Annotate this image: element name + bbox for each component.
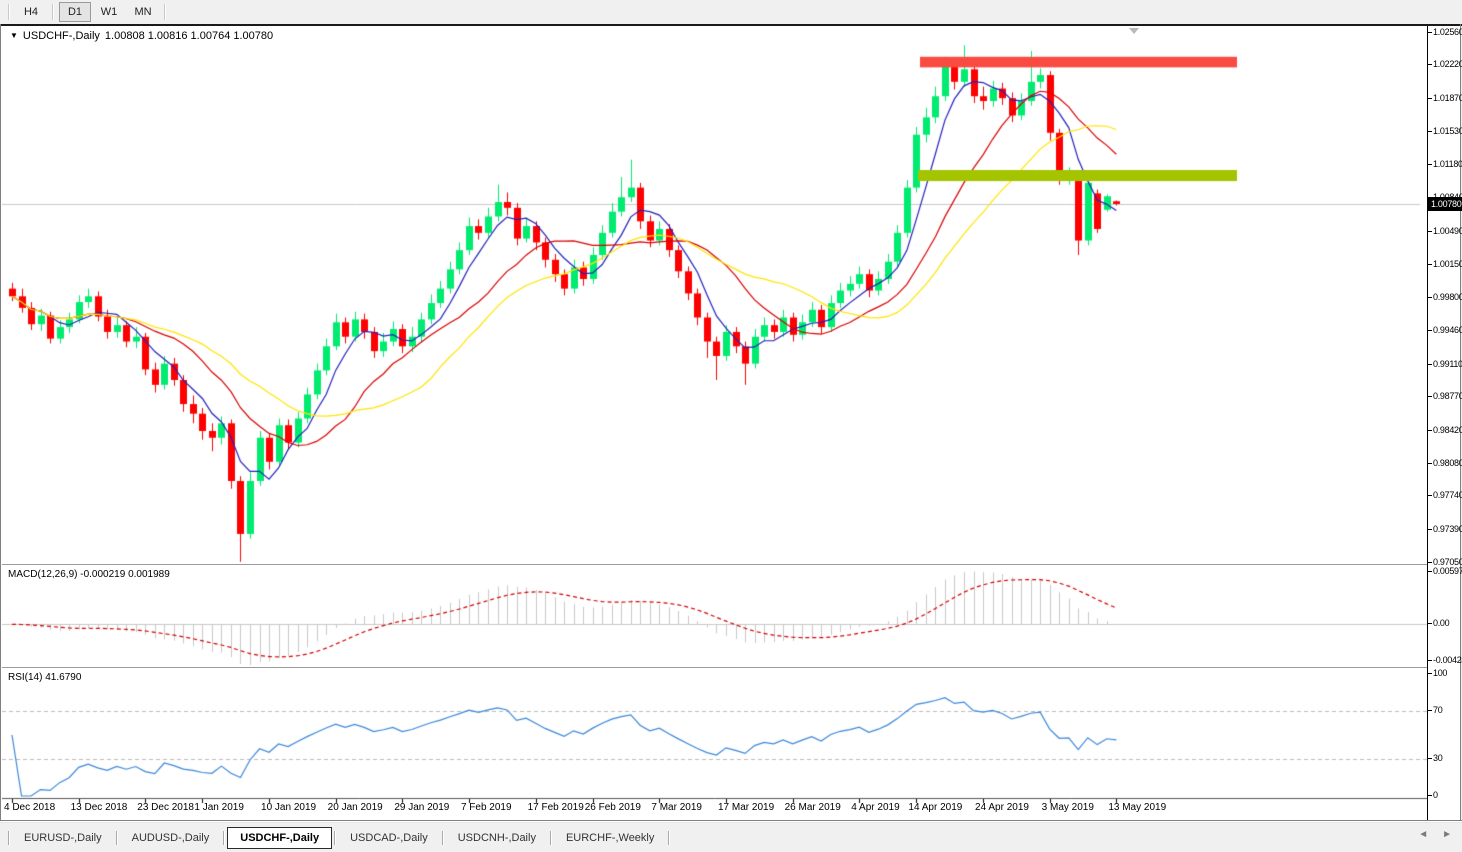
timeframe-button-h4[interactable]: H4 (15, 2, 47, 22)
price-axis-label: 0.99460 (1428, 324, 1462, 335)
time-axis-label: 10 Jan 2019 (261, 802, 317, 813)
time-axis-label: 14 Apr 2019 (908, 802, 963, 813)
current-price-tag: 1.00780 (1428, 196, 1462, 211)
price-axis-label: 0.98420 (1428, 425, 1462, 435)
timeframe-button-w1[interactable]: W1 (93, 2, 125, 22)
timeframe-toolbar: H4 D1 W1 MN (0, 0, 1462, 24)
timeframe-button-d1[interactable]: D1 (59, 2, 91, 22)
price-axis-label: 1.02560 (1428, 26, 1462, 37)
time-axis-label: 24 Apr 2019 (975, 802, 1029, 813)
time-axis-label: 4 Apr 2019 (851, 802, 900, 813)
time-axis-label: 13 Dec 2018 (70, 802, 128, 813)
price-axis-label: 1.00490 (1428, 225, 1462, 236)
toolbar-separator (52, 4, 54, 20)
tab-separator (115, 830, 118, 845)
price-axis-label: 0.98770 (1428, 391, 1462, 402)
toolbar-separator (8, 4, 10, 20)
chart-tab-usdcnh[interactable]: USDCNH-,Daily (446, 828, 548, 848)
price-axis-label: 1.01870 (1428, 93, 1462, 104)
time-axis-label: 7 Mar 2019 (651, 802, 702, 813)
chart-ohlc-values: 1.00808 1.00816 1.00764 1.00780 (104, 30, 274, 42)
macd-pane-splitter[interactable] (2, 564, 1427, 567)
chart-symbol-label: USDCHF-,Daily (22, 30, 100, 42)
rsi-indicator-label: RSI(14) 41.6790 (8, 672, 82, 683)
time-axis-label: 20 Jan 2019 (327, 802, 383, 813)
price-axis-label: 0.99110 (1428, 358, 1462, 369)
price-axis-label: 1.02220 (1428, 59, 1462, 70)
chart-tab-audusd[interactable]: AUDUSD-,Daily (120, 828, 222, 848)
rsi-axis-label: 0 (1428, 790, 1462, 800)
price-axis-label: 0.98080 (1428, 457, 1462, 468)
price-axis-label: 0.97050 (1428, 556, 1462, 567)
macd-indicator-label: MACD(12,26,9) -0.000219 0.001989 (8, 569, 170, 580)
time-axis-label: 23 Dec 2018 (137, 802, 194, 813)
rsi-axis-label: 30 (1428, 753, 1462, 763)
trading-terminal-window: H4 D1 W1 MN ▼ USDCHF-,Daily 1.00808 1.00816… (0, 0, 1462, 852)
chart-title: ▼ USDCHF-,Daily 1.00808 1.00816 1.00764 … (10, 30, 273, 42)
tab-separator (8, 830, 10, 845)
tab-separator (334, 830, 337, 845)
time-axis-label: 3 May 2019 (1041, 802, 1094, 813)
tab-scroll-left-icon[interactable]: ◄ (1418, 828, 1428, 842)
rsi-axis-label: 100 (1428, 668, 1462, 678)
price-axis-separator (1427, 26, 1428, 820)
macd-axis-label: -0.00424 (1428, 655, 1462, 666)
time-axis-label: 17 Mar 2019 (718, 802, 775, 813)
tab-separator (668, 830, 671, 845)
price-axis-label: 1.01180 (1428, 159, 1462, 170)
price-axis-label: 0.99800 (1428, 292, 1462, 303)
price-axis-label: 0.97390 (1428, 524, 1462, 535)
price-axis-label: 1.00150 (1428, 258, 1462, 269)
chart-tab-usdchf[interactable]: USDCHF-,Daily (227, 826, 333, 849)
chart-canvas[interactable] (2, 26, 1427, 820)
time-axis-label: 13 May 2019 (1108, 802, 1167, 813)
time-axis-label: 26 Mar 2019 (784, 802, 841, 813)
chart-tab-bar: EURUSD-,Daily AUDUSD-,Daily USDCHF-,Daily U… (0, 822, 1462, 852)
tab-scroll-right-icon[interactable]: ► (1442, 828, 1452, 842)
rsi-axis-label: 70 (1428, 705, 1462, 715)
chart-tab-eurchf[interactable]: EURCHF-,Weekly (554, 828, 666, 848)
price-axis-label: 0.97740 (1428, 490, 1462, 501)
price-axis-label: 1.01530 (1428, 125, 1462, 136)
tab-separator (441, 830, 444, 845)
rsi-pane-splitter[interactable] (2, 667, 1427, 670)
time-axis-label: 26 Feb 2019 (584, 802, 641, 813)
macd-axis-label: 0.00597 (1428, 566, 1462, 577)
time-axis-label: 29 Jan 2019 (394, 802, 450, 813)
chart-shift-marker-icon[interactable] (1129, 28, 1139, 34)
tab-separator (549, 830, 552, 845)
time-axis-label: 1 Jan 2019 (194, 802, 244, 813)
time-axis-label: 7 Feb 2019 (460, 802, 512, 813)
timeframe-button-mn[interactable]: MN (127, 2, 159, 22)
macd-axis-label: 0.00 (1428, 618, 1462, 628)
chart-window-right-border (1460, 24, 1461, 820)
time-axis-label: 4 Dec 2018 (4, 802, 56, 813)
chart-tab-usdcad[interactable]: USDCAD-,Daily (338, 828, 440, 848)
toolbar-separator (164, 4, 166, 20)
time-axis-label: 17 Feb 2019 (527, 802, 584, 813)
tab-scroll-arrows: ◄ ► (1418, 828, 1452, 842)
chart-tab-eurusd[interactable]: EURUSD-,Daily (12, 828, 114, 848)
tab-separator (223, 830, 226, 845)
chart-dropdown-icon: ▼ (10, 31, 18, 40)
